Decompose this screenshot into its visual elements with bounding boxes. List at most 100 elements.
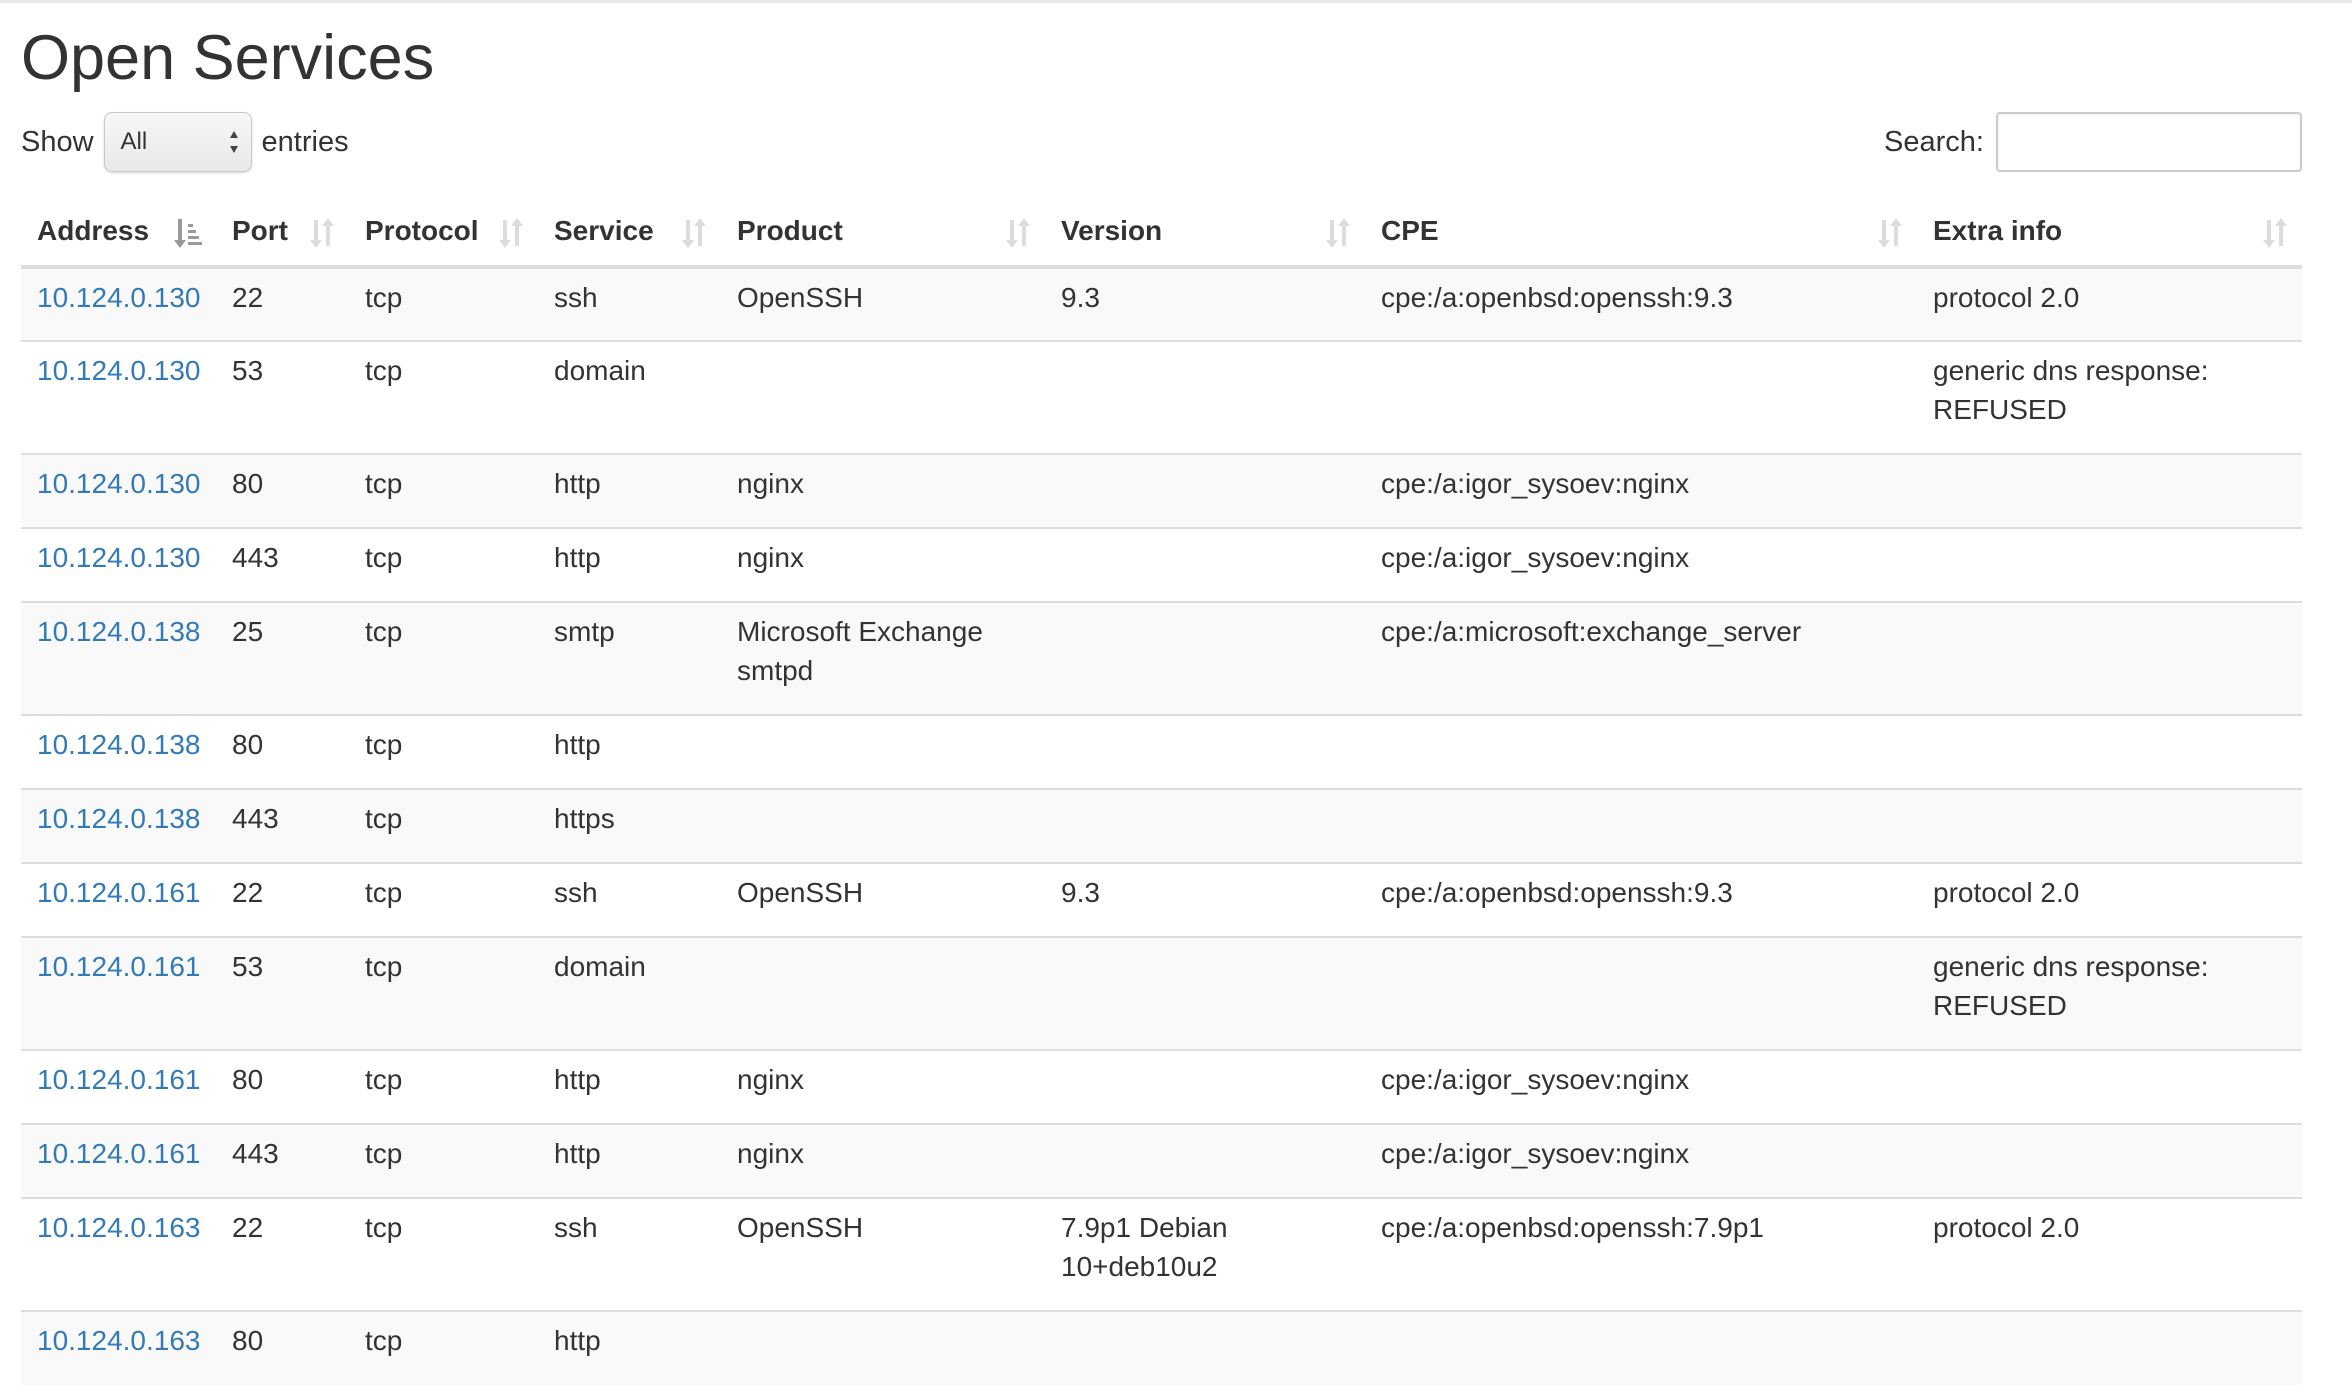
address-link[interactable]: 10.124.0.163 [37, 1325, 201, 1356]
column-header-service[interactable]: Service [538, 196, 721, 269]
sort-both-icon [1323, 216, 1353, 250]
entries-select[interactable]: All [103, 112, 252, 172]
cell-protocol: tcp [349, 1049, 538, 1124]
cell-product: OpenSSH [721, 1197, 1045, 1311]
column-header-label: Version [1061, 214, 1163, 246]
cell-service: ssh [538, 267, 721, 341]
address-link[interactable]: 10.124.0.130 [37, 355, 201, 386]
column-header-label: Address [37, 214, 150, 246]
cell-protocol: tcp [349, 862, 538, 937]
cell-address: 10.124.0.130 [21, 527, 216, 602]
cell-port: 80 [216, 1049, 349, 1124]
cell-port: 25 [216, 601, 349, 715]
cell-port: 53 [216, 936, 349, 1050]
cell-service: http [538, 1049, 721, 1124]
length-suffix: entries [261, 126, 349, 158]
cell-service: http [538, 714, 721, 789]
cell-address: 10.124.0.161 [21, 1123, 216, 1198]
sort-both-icon [1875, 216, 1905, 250]
cell-extra-info [1917, 788, 2302, 863]
address-link[interactable]: 10.124.0.161 [37, 951, 201, 982]
cell-cpe: cpe:/a:openbsd:openssh:9.3 [1365, 862, 1917, 937]
cell-port: 22 [216, 267, 349, 341]
search-input[interactable] [1996, 112, 2302, 172]
cell-product [721, 714, 1045, 789]
cell-address: 10.124.0.130 [21, 267, 216, 341]
cell-cpe [1365, 714, 1917, 789]
column-header-extra-info[interactable]: Extra info [1917, 196, 2302, 269]
cell-extra-info [1917, 453, 2302, 528]
cell-cpe: cpe:/a:igor_sysoev:nginx [1365, 453, 1917, 528]
address-link[interactable]: 10.124.0.163 [37, 1212, 201, 1243]
column-header-address[interactable]: Address [21, 196, 216, 269]
cell-version: 9.3 [1045, 267, 1365, 341]
sort-both-icon [679, 216, 709, 250]
cell-cpe [1365, 340, 1917, 454]
table-row: 10.124.0.130 443 tcp http nginx cpe:/a:igor_s… [21, 527, 2302, 602]
column-header-port[interactable]: Port [216, 196, 349, 269]
cell-service: http [538, 1123, 721, 1198]
cell-version [1045, 453, 1365, 528]
address-link[interactable]: 10.124.0.138 [37, 616, 201, 647]
cell-cpe: cpe:/a:openbsd:openssh:9.3 [1365, 267, 1917, 341]
length-prefix: Show [21, 126, 94, 158]
cell-port: 80 [216, 714, 349, 789]
cell-address: 10.124.0.163 [21, 1197, 216, 1311]
cell-address: 10.124.0.130 [21, 453, 216, 528]
cell-cpe: cpe:/a:igor_sysoev:nginx [1365, 1049, 1917, 1124]
column-header-protocol[interactable]: Protocol [349, 196, 538, 269]
cell-address: 10.124.0.161 [21, 862, 216, 937]
cell-extra-info: protocol 2.0 [1917, 862, 2302, 937]
cell-version [1045, 527, 1365, 602]
sort-both-icon [1003, 216, 1033, 250]
cell-service: domain [538, 936, 721, 1050]
cell-version [1045, 1310, 1365, 1385]
sort-both-icon [307, 216, 337, 250]
cell-version [1045, 714, 1365, 789]
table-row: 10.124.0.161 80 tcp http nginx cpe:/a:igor_sy… [21, 1049, 2302, 1124]
column-header-label: Service [554, 214, 654, 246]
cell-cpe: cpe:/a:openbsd:openssh:7.9p1 [1365, 1197, 1917, 1311]
address-link[interactable]: 10.124.0.161 [37, 877, 201, 908]
cell-service: smtp [538, 601, 721, 715]
address-link[interactable]: 10.124.0.130 [37, 542, 201, 573]
cell-port: 443 [216, 788, 349, 863]
cell-protocol: tcp [349, 714, 538, 789]
table-row: 10.124.0.161 443 tcp http nginx cpe:/a:igor_s… [21, 1123, 2302, 1198]
cell-port: 443 [216, 527, 349, 602]
address-link[interactable]: 10.124.0.161 [37, 1138, 201, 1169]
cell-port: 443 [216, 1123, 349, 1198]
cell-protocol: tcp [349, 453, 538, 528]
cell-product [721, 1310, 1045, 1385]
cell-extra-info [1917, 527, 2302, 602]
cell-product: nginx [721, 527, 1045, 602]
cell-address: 10.124.0.138 [21, 714, 216, 789]
cell-address: 10.124.0.138 [21, 788, 216, 863]
cell-extra-info [1917, 601, 2302, 715]
column-header-version[interactable]: Version [1045, 196, 1365, 269]
table-row: 10.124.0.130 53 tcp domain generic dns respo… [21, 340, 2302, 454]
cell-protocol: tcp [349, 527, 538, 602]
cell-product: nginx [721, 453, 1045, 528]
column-header-product[interactable]: Product [721, 196, 1045, 269]
page-title: Open Services [21, 23, 435, 93]
cell-extra-info: protocol 2.0 [1917, 1197, 2302, 1311]
cell-extra-info [1917, 1049, 2302, 1124]
cell-address: 10.124.0.138 [21, 601, 216, 715]
cell-port: 22 [216, 1197, 349, 1311]
cell-product [721, 340, 1045, 454]
cell-service: http [538, 527, 721, 602]
cell-product: OpenSSH [721, 267, 1045, 341]
column-header-label: Extra info [1933, 214, 2063, 246]
cell-version [1045, 1123, 1365, 1198]
column-header-cpe[interactable]: CPE [1365, 196, 1917, 269]
address-link[interactable]: 10.124.0.130 [37, 282, 201, 313]
cell-protocol: tcp [349, 1197, 538, 1311]
address-link[interactable]: 10.124.0.161 [37, 1064, 201, 1095]
cell-version: 7.9p1 Debian 10+deb10u2 [1045, 1197, 1365, 1311]
address-link[interactable]: 10.124.0.138 [37, 803, 201, 834]
cell-product: Microsoft Exchange smtpd [721, 601, 1045, 715]
sort-both-icon [2260, 216, 2290, 250]
address-link[interactable]: 10.124.0.138 [37, 729, 201, 760]
address-link[interactable]: 10.124.0.130 [37, 468, 201, 499]
